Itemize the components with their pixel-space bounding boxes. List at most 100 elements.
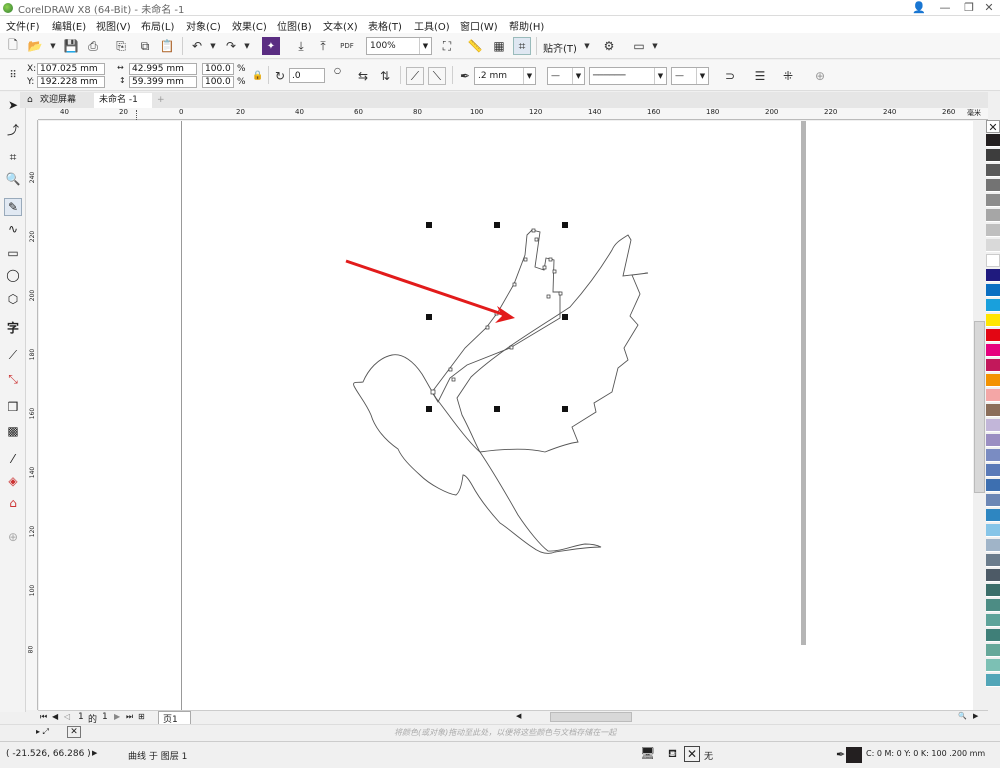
palette-color-swatch[interactable] — [986, 254, 1000, 267]
options-gear-icon[interactable]: ⚙ — [600, 37, 618, 55]
mirror-horizontal-icon[interactable]: ⇆ — [354, 67, 372, 85]
fill-bucket-icon[interactable]: ⛾ — [668, 747, 677, 762]
x-position-field[interactable]: 107.025 mm — [37, 63, 105, 75]
drawing-canvas[interactable] — [39, 121, 987, 710]
shape-tool-options-icon[interactable]: ⟍ — [428, 67, 446, 85]
palette-color-swatch[interactable] — [986, 599, 1000, 612]
start-arrowhead-select[interactable]: — ▼ — [547, 67, 585, 85]
first-page-icon[interactable]: ⏮ — [40, 712, 47, 722]
ellipse-tool-icon[interactable]: ◯ — [4, 266, 22, 284]
text-tool-icon[interactable]: 字 — [4, 318, 22, 336]
add-tool-icon[interactable]: ⊕ — [4, 528, 22, 546]
palette-color-swatch[interactable] — [986, 449, 1000, 462]
palette-color-swatch[interactable] — [986, 359, 1000, 372]
height-field[interactable]: 59.399 mm — [129, 76, 197, 88]
palette-color-swatch[interactable] — [986, 344, 1000, 357]
palette-color-swatch[interactable] — [986, 419, 1000, 432]
open-folder-icon[interactable]: 📂 — [26, 37, 44, 55]
menu-bitmaps[interactable]: 位图(B) — [277, 18, 312, 33]
menu-help[interactable]: 帮助(H) — [509, 18, 544, 33]
palette-color-swatch[interactable] — [986, 224, 1000, 237]
palette-color-swatch[interactable] — [986, 644, 1000, 657]
palette-color-swatch[interactable] — [986, 404, 1000, 417]
palette-color-swatch[interactable] — [986, 269, 1000, 282]
menu-file[interactable]: 文件(F) — [6, 18, 40, 33]
no-color-icon[interactable]: ✕ — [67, 726, 81, 738]
close-button[interactable]: ✕ — [976, 0, 1000, 15]
palette-color-swatch[interactable] — [986, 494, 1000, 507]
tab-document[interactable]: 未命名 -1 — [94, 93, 152, 108]
search-content-icon[interactable]: ✦ — [262, 37, 280, 55]
palette-color-swatch[interactable] — [986, 329, 1000, 342]
vertical-scrollbar[interactable] — [973, 121, 986, 710]
palette-color-swatch[interactable] — [986, 134, 1000, 147]
palette-color-swatch[interactable] — [986, 569, 1000, 582]
tab-welcome-screen[interactable]: ⌂ 欢迎屏幕 — [24, 93, 94, 108]
menu-effects[interactable]: 效果(C) — [232, 18, 267, 33]
transparency-icon[interactable]: ▩ — [4, 422, 22, 440]
show-grid-icon[interactable]: ▦ — [490, 37, 508, 55]
palette-color-swatch[interactable] — [986, 464, 1000, 477]
print-icon[interactable]: ⎙ — [84, 37, 102, 55]
dove-drawing[interactable] — [39, 121, 987, 710]
palette-color-swatch[interactable] — [986, 554, 1000, 567]
palette-color-swatch[interactable] — [986, 659, 1000, 672]
y-position-field[interactable]: 192.228 mm — [37, 76, 105, 88]
full-screen-icon[interactable]: ⛶ — [438, 37, 456, 55]
palette-color-swatch[interactable] — [986, 614, 1000, 627]
horizontal-scroll-thumb[interactable] — [550, 712, 632, 722]
crop-tool-icon[interactable]: ⌗ — [4, 148, 22, 166]
publish-pdf-icon[interactable]: PDF — [338, 37, 356, 55]
palette-color-swatch[interactable] — [986, 539, 1000, 552]
rotation-field[interactable]: .0 — [289, 68, 325, 83]
close-curve-icon[interactable]: ⊃ — [721, 67, 739, 85]
palette-color-swatch[interactable] — [986, 584, 1000, 597]
palette-color-swatch[interactable] — [986, 239, 1000, 252]
connector-icon[interactable]: ⤡ — [4, 370, 22, 388]
horizontal-ruler[interactable]: 40 20 0 20 40 60 80 100 120 140 160 180 … — [38, 108, 988, 120]
polygon-tool-icon[interactable]: ⬡ — [4, 290, 22, 308]
palette-color-swatch[interactable] — [986, 374, 1000, 387]
palette-color-swatch[interactable] — [986, 509, 1000, 522]
status-expand-icon[interactable]: ▶ — [92, 749, 97, 757]
vertical-scroll-thumb[interactable] — [974, 321, 985, 493]
palette-color-swatch[interactable] — [986, 389, 1000, 402]
palette-color-swatch[interactable] — [986, 209, 1000, 222]
zoom-tool-icon[interactable]: 🔍 — [4, 170, 22, 188]
palette-color-swatch[interactable] — [986, 524, 1000, 537]
smart-fill-icon[interactable]: ⌂ — [4, 494, 22, 512]
new-tab-plus-icon[interactable]: + — [154, 93, 170, 108]
launcher-dropdown-icon[interactable]: ▼ — [646, 37, 664, 55]
wrap-text-icon[interactable]: ☰ — [751, 67, 769, 85]
cut-icon[interactable]: ⎘ — [112, 37, 130, 55]
outline-pen-icon[interactable]: ✒ — [836, 748, 845, 761]
copy-icon[interactable]: ⧉ — [136, 37, 154, 55]
lock-ratio-icon[interactable]: 🔒 — [249, 67, 267, 85]
add-icon[interactable]: ⊕ — [811, 67, 829, 85]
previous-icon[interactable]: ◁ — [64, 712, 70, 721]
export-icon[interactable]: ⤒ — [314, 37, 332, 55]
scale-y-field[interactable]: 100.0 — [202, 76, 234, 88]
palette-color-swatch[interactable] — [986, 194, 1000, 207]
redo-dropdown-icon[interactable]: ▼ — [238, 37, 256, 55]
scale-x-field[interactable]: 100.0 — [202, 63, 234, 75]
zoom-level-select[interactable]: 100% ▼ — [366, 37, 432, 55]
drop-shadow-icon[interactable]: ❒ — [4, 398, 22, 416]
palette-color-swatch[interactable] — [986, 284, 1000, 297]
color-proof-icon[interactable]: 🖥 — [640, 746, 655, 760]
ruler-origin[interactable] — [26, 108, 38, 120]
palette-color-swatch[interactable] — [986, 629, 1000, 642]
parallel-dimension-icon[interactable]: ⟋ — [4, 346, 22, 364]
menu-text[interactable]: 文本(X) — [323, 18, 358, 33]
menu-view[interactable]: 视图(V) — [96, 18, 131, 33]
save-icon[interactable]: 💾 — [62, 37, 80, 55]
snap-to-menu[interactable]: 贴齐(T) — [543, 40, 577, 55]
add-page-icon[interactable]: ⊞ — [138, 712, 145, 721]
outline-color-swatch[interactable] — [846, 747, 862, 763]
import-icon[interactable]: ⤓ — [292, 37, 310, 55]
object-origin-icon[interactable]: ⠿ — [4, 66, 22, 84]
fill-none-swatch[interactable]: ✕ — [684, 746, 700, 762]
edit-shape-icon[interactable]: ⟋ — [406, 67, 424, 85]
width-field[interactable]: 42.995 mm — [129, 63, 197, 75]
eyedropper-icon[interactable]: ⁄ — [4, 450, 22, 468]
